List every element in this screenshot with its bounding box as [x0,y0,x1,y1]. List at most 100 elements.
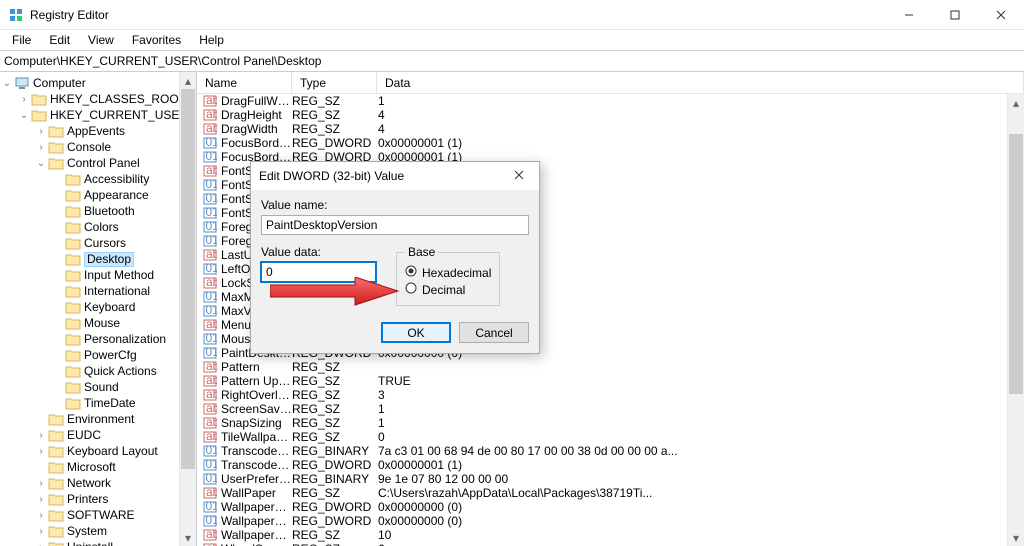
tree-item-uninstall[interactable]: ›Uninstall [0,539,196,546]
chevron-right-icon[interactable]: › [34,542,48,546]
tree-item-hkey_classes_root[interactable]: ›HKEY_CLASSES_ROOT [0,91,196,107]
chevron-down-icon[interactable]: ⌄ [17,110,31,121]
tree-scrollbar[interactable]: ▴ ▾ [179,72,196,546]
radio-dot-icon [405,265,417,280]
list-row[interactable]: 011FocusBorderHei...REG_DWORD0x00000001 … [197,136,1024,150]
menu-favorites[interactable]: Favorites [124,31,189,49]
radio-hex[interactable]: Hexadecimal [405,265,491,280]
svg-text:011: 011 [206,178,218,191]
list-row[interactable]: abWallpaperStyleREG_SZ10 [197,528,1024,542]
list-row[interactable]: 011UserPreferences...REG_BINARY9e 1e 07 … [197,472,1024,486]
menu-help[interactable]: Help [191,31,232,49]
chevron-right-icon[interactable]: › [34,142,48,153]
tree-item-software[interactable]: ›SOFTWARE [0,507,196,523]
scrollbar-thumb[interactable] [1009,134,1023,394]
cancel-button[interactable]: Cancel [459,322,529,343]
chevron-right-icon[interactable]: › [34,478,48,489]
chevron-right-icon[interactable]: › [34,510,48,521]
menu-file[interactable]: File [4,31,39,49]
list-row[interactable]: 011TranscodedImag...REG_BINARY7a c3 01 0… [197,444,1024,458]
tree-item-personalization[interactable]: ·Personalization [0,331,196,347]
tree-item-accessibility[interactable]: ·Accessibility [0,171,196,187]
list-row[interactable]: 011TranscodedImag...REG_DWORD0x00000001 … [197,458,1024,472]
value-name: TileWallpaper [221,430,292,444]
tree-item-desktop[interactable]: ·Desktop [0,251,196,267]
menu-view[interactable]: View [80,31,122,49]
tree-item-computer[interactable]: ⌄Computer [0,75,196,91]
tree-item-quick-actions[interactable]: ·Quick Actions [0,363,196,379]
reg-dw-icon: 011 [203,192,219,206]
tree-item-appearance[interactable]: ·Appearance [0,187,196,203]
list-row[interactable]: abPattern UpgradeREG_SZTRUE [197,374,1024,388]
value-type: REG_BINARY [292,472,377,486]
scroll-down-icon[interactable]: ▾ [1008,529,1024,546]
tree-item-printers[interactable]: ›Printers [0,491,196,507]
list-row[interactable]: abTileWallpaperREG_SZ0 [197,430,1024,444]
tree-label: Sound [84,380,119,394]
tree-item-appevents[interactable]: ›AppEvents [0,123,196,139]
folder-icon [65,301,81,314]
list-row[interactable]: abScreenSaveActiveREG_SZ1 [197,402,1024,416]
chevron-right-icon[interactable]: › [17,94,31,105]
col-type[interactable]: Type [292,72,377,93]
tree-item-powercfg[interactable]: ·PowerCfg [0,347,196,363]
tree-item-system[interactable]: ›System [0,523,196,539]
col-data[interactable]: Data [377,72,1024,93]
list-row[interactable]: abWallPaperREG_SZC:\Users\razah\AppData\… [197,486,1024,500]
list-scrollbar[interactable]: ▴ ▾ [1007,94,1024,546]
list-row[interactable]: abDragHeightREG_SZ4 [197,108,1024,122]
list-row[interactable]: abDragFullWindowsREG_SZ1 [197,94,1024,108]
chevron-down-icon[interactable]: ⌄ [34,158,48,169]
chevron-right-icon[interactable]: › [34,446,48,457]
scroll-down-icon[interactable]: ▾ [180,529,196,546]
chevron-right-icon[interactable]: › [34,430,48,441]
minimize-button[interactable] [886,0,932,30]
list-row[interactable]: abDragWidthREG_SZ4 [197,122,1024,136]
tree-item-mouse[interactable]: ·Mouse [0,315,196,331]
tree-item-console[interactable]: ›Console [0,139,196,155]
tree-item-microsoft[interactable]: ·Microsoft [0,459,196,475]
scrollbar-thumb[interactable] [181,89,195,469]
folder-icon [65,397,81,410]
address-bar[interactable]: Computer\HKEY_CURRENT_USER\Control Panel… [0,50,1024,72]
tree-item-colors[interactable]: ·Colors [0,219,196,235]
tree-item-keyboard-layout[interactable]: ›Keyboard Layout [0,443,196,459]
radio-dec[interactable]: Decimal [405,282,491,297]
tree-item-bluetooth[interactable]: ·Bluetooth [0,203,196,219]
tree-item-environment[interactable]: ·Environment [0,411,196,427]
tree-item-timedate[interactable]: ·TimeDate [0,395,196,411]
list-row[interactable]: abPatternREG_SZ [197,360,1024,374]
tree-item-hkey_current_user[interactable]: ⌄HKEY_CURRENT_USER [0,107,196,123]
tree-item-cursors[interactable]: ·Cursors [0,235,196,251]
ok-button[interactable]: OK [381,322,451,343]
svg-text:011: 011 [206,192,218,205]
menu-edit[interactable]: Edit [41,31,78,49]
list-row[interactable]: abRightOverlapCh...REG_SZ3 [197,388,1024,402]
maximize-button[interactable] [932,0,978,30]
list-row[interactable]: abWheelScrollCharsREG_SZ6 [197,542,1024,546]
chevron-down-icon[interactable]: ⌄ [0,78,14,89]
tree-item-keyboard[interactable]: ·Keyboard [0,299,196,315]
chevron-right-icon[interactable]: › [34,494,48,505]
value-name: WallpaperOriginY [221,514,292,528]
list-row[interactable]: 011WallpaperOriginYREG_DWORD0x00000000 (… [197,514,1024,528]
tree-item-international[interactable]: ·International [0,283,196,299]
col-name[interactable]: Name [197,72,292,93]
value-name: WallPaper [221,486,292,500]
tree-item-sound[interactable]: ·Sound [0,379,196,395]
tree-item-eudc[interactable]: ›EUDC [0,427,196,443]
list-row[interactable]: 011WallpaperOriginXREG_DWORD0x00000000 (… [197,500,1024,514]
scroll-up-icon[interactable]: ▴ [180,72,196,89]
close-icon[interactable] [499,169,539,183]
dialog-title-bar[interactable]: Edit DWORD (32-bit) Value [251,162,539,190]
tree-item-control-panel[interactable]: ⌄Control Panel [0,155,196,171]
list-row[interactable]: abSnapSizingREG_SZ1 [197,416,1024,430]
scroll-up-icon[interactable]: ▴ [1008,94,1024,111]
value-data: 0x00000000 (0) [377,500,1024,514]
tree-item-network[interactable]: ›Network [0,475,196,491]
close-button[interactable] [978,0,1024,30]
chevron-right-icon[interactable]: › [34,526,48,537]
chevron-right-icon[interactable]: › [34,126,48,137]
tree-item-input-method[interactable]: ·Input Method [0,267,196,283]
value-data-field[interactable] [261,262,376,282]
